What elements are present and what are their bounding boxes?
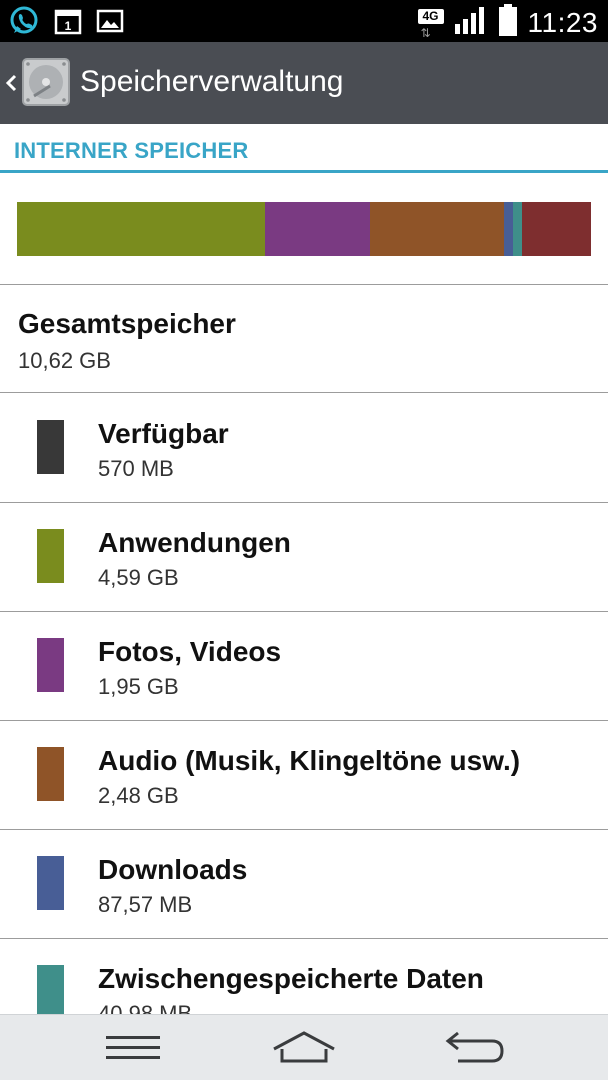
list-item-downloads[interactable]: Downloads 87,57 MB [0,829,608,938]
color-swatch [37,747,64,801]
total-storage: Gesamtspeicher 10,62 GB [18,308,236,374]
action-bar: Speicherverwaltung [0,42,608,124]
status-bar: 1 4G ⇅ 11:23 [0,0,608,42]
divider [0,284,608,285]
usage-segment [265,202,371,256]
calendar-day-label: 1 [65,19,72,33]
usage-segment [513,202,523,256]
section-title: INTERNER SPEICHER [14,138,249,163]
list-item-size: 1,95 GB [98,674,179,699]
navigation-bar [0,1014,608,1080]
color-swatch [37,529,64,583]
color-swatch [37,965,64,1014]
storage-usage-bar [17,202,591,256]
list-item-size: 570 MB [98,456,174,481]
usage-segment [504,202,514,256]
list-item-label: Anwendungen [98,527,291,558]
signal-icon [454,4,488,41]
list-item-size: 4,59 GB [98,565,179,590]
gallery-icon [96,7,124,40]
color-swatch [37,856,64,910]
whatsapp-icon [8,5,40,42]
list-item-label: Downloads [98,854,248,885]
total-storage-value: 10,62 GB [18,348,111,373]
back-icon[interactable] [444,1027,506,1069]
list-item-label: Zwischengespeicherte Daten [98,963,484,994]
list-item-size: 40,98 MB [98,1001,193,1014]
list-item-anwendungen[interactable]: Anwendungen 4,59 GB [0,502,608,611]
total-storage-label: Gesamtspeicher [18,308,236,339]
section-divider [0,170,608,173]
list-item-label: Verfügbar [98,418,229,449]
color-swatch [37,420,64,474]
list-item-zwischengespeicherte-daten[interactable]: Zwischengespeicherte Daten 40,98 MB [0,938,608,1014]
home-icon[interactable] [270,1027,338,1069]
usage-segment [370,202,505,256]
list-item-audio[interactable]: Audio (Musik, Klingeltöne usw.) 2,48 GB [0,720,608,829]
storage-icon[interactable] [20,56,72,108]
list-item-size: 87,57 MB [98,892,193,917]
network-type-label: 4G [417,8,444,24]
page-title: Speicherverwaltung [80,65,344,98]
network-type-icon: 4G ⇅ [417,6,444,40]
menu-icon[interactable] [104,1027,162,1069]
color-swatch [37,638,64,692]
list-item-fotos-videos[interactable]: Fotos, Videos 1,95 GB [0,611,608,720]
section-header: INTERNER SPEICHER [0,124,608,176]
usage-segment [17,202,266,256]
calendar-icon: 1 [54,7,82,40]
list-item-label: Fotos, Videos [98,636,282,667]
list-item-size: 2,48 GB [98,783,179,808]
list-item-label: Audio (Musik, Klingeltöne usw.) [98,745,521,776]
usage-segment [522,202,591,256]
battery-icon [498,3,518,42]
up-navigation-icon[interactable] [4,66,18,100]
clock: 11:23 [527,6,598,38]
list-item-verfuegbar[interactable]: Verfügbar 570 MB [0,393,608,502]
